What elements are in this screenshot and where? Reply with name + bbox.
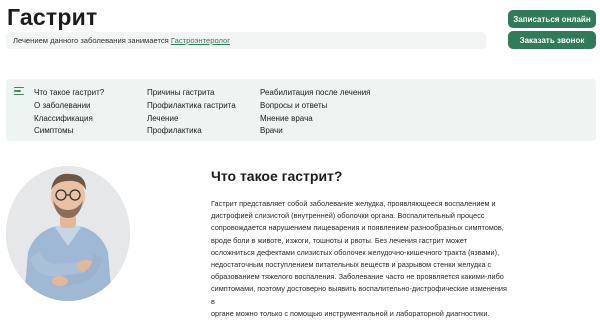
toc-item[interactable]: Мнение врача (260, 113, 371, 126)
article-line: образованием тяжелого воспаления. Заболе… (211, 272, 504, 282)
table-of-contents: Что такое гастрит? О заболевании Классиф… (6, 79, 596, 141)
toc-item[interactable]: Симптомы (34, 125, 104, 138)
toc-item[interactable]: Реабилитация после лечения (260, 87, 371, 100)
toc-column-1: Что такое гастрит? О заболевании Классиф… (34, 87, 104, 138)
section-title: Что такое гастрит? (211, 168, 343, 184)
doctor-info-bar: Лечением данного заболевания занимается … (6, 32, 486, 49)
doctor-info-text: Лечением данного заболевания занимается (13, 36, 169, 45)
article-line: органе можно только с помощью инструмент… (211, 308, 490, 318)
toc-item[interactable]: Вопросы и ответы (260, 100, 371, 113)
article-line: Гастрит представляет собой заболевание ж… (211, 199, 496, 208)
toc-item[interactable]: Врачи (260, 125, 371, 138)
page-title: Гастрит (7, 4, 98, 30)
illustration-photo (6, 166, 130, 301)
toc-column-3: Реабилитация после лечения Вопросы и отв… (260, 87, 371, 138)
list-icon (14, 87, 24, 96)
article-line: симптомами, поэтому достоверно выявить в… (211, 284, 507, 306)
toc-item[interactable]: Причины гастрита (147, 87, 236, 100)
doctor-specialty-link[interactable]: Гастроэнтеролог (171, 36, 230, 45)
article-line: дистрофией слизистой (внутренней) оболоч… (211, 211, 485, 221)
man-holding-stomach-illustration (6, 166, 130, 301)
article-line: сопровождается нарушением пищеварения и … (211, 223, 504, 233)
toc-item[interactable]: Классификация (34, 113, 104, 126)
article-line: осложниться дефектами слизистых оболочек… (211, 247, 500, 257)
toc-item[interactable]: Что такое гастрит? (34, 87, 104, 100)
toc-item[interactable]: О заболевании (34, 100, 104, 113)
toc-item[interactable]: Профилактика гастрита (147, 100, 236, 113)
request-call-button[interactable]: Заказать звонок (508, 31, 596, 49)
toc-item[interactable]: Лечение (147, 113, 236, 126)
article-line: вроде боли в животе, изжоги, тошноты и р… (211, 235, 468, 245)
article-text: Гастрит представляет собой заболевание ж… (211, 198, 511, 320)
toc-column-2: Причины гастрита Профилактика гастрита Л… (147, 87, 236, 138)
toc-item[interactable]: Профилактика (147, 125, 236, 138)
article-line: недостаточным поступлением питательных в… (211, 260, 492, 270)
book-online-button[interactable]: Записаться онлайн (508, 10, 596, 28)
